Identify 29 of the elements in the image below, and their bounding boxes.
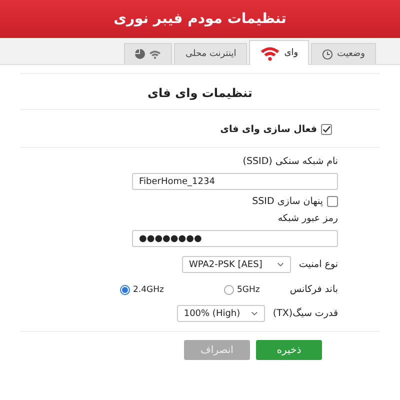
tab[interactable]: وضعیت (311, 43, 376, 64)
section-title: تنظیمات وای فای (148, 86, 252, 100)
radio-option[interactable]: 2.4GHz (120, 284, 164, 294)
radio-option[interactable]: 5GHz (224, 284, 260, 294)
wifi-icon (149, 50, 162, 58)
clock-icon (322, 48, 334, 60)
tab[interactable] (124, 43, 172, 64)
field-label: قدرت سیگ(TX) (272, 308, 338, 319)
wifi-icon (260, 46, 280, 60)
pie-chart-icon (135, 49, 146, 59)
checkbox[interactable] (321, 124, 332, 135)
radio-button[interactable] (224, 284, 234, 294)
field-label: نوع امنیت (298, 259, 338, 270)
checkbox-label: فعال سازی وای فای (220, 124, 317, 135)
checkbox[interactable] (327, 196, 338, 207)
security-dropdown[interactable]: WPA2-PSK [AES] (182, 256, 291, 273)
tab[interactable]: وای (249, 40, 310, 65)
header-title: تنظیمات مودم فیبر نوری (114, 11, 286, 27)
checkbox-label: پنهان سازی SSID (252, 196, 323, 207)
radio-button[interactable] (120, 284, 130, 294)
password-field[interactable]: ●●●●●●●● (132, 230, 338, 247)
field-label: رمز عبور شبکه (276, 213, 338, 224)
tx-power-dropdown[interactable]: 100% (High) (176, 305, 265, 322)
field-label: نام شبکه سنکی (SSID) (242, 156, 338, 167)
tab[interactable]: اینترنت محلی (174, 43, 248, 64)
ssid-field[interactable]: FiberHome_1234 (132, 173, 338, 190)
caret-icon (276, 262, 284, 267)
caret-icon (250, 311, 258, 316)
field-label: باند فرکانس (290, 284, 338, 295)
